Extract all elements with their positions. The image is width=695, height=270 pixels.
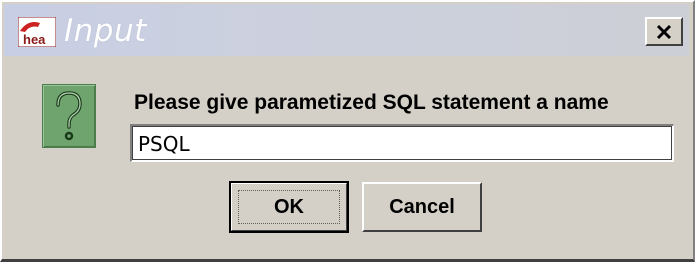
svg-text:hea: hea [23,32,46,47]
close-icon [656,24,672,39]
title-bar[interactable]: hea Input [4,4,689,56]
ok-button[interactable]: OK [229,181,349,233]
hea-logo-icon: hea [18,17,56,47]
name-input[interactable] [130,124,674,162]
cancel-button-label: Cancel [389,195,455,218]
close-button[interactable] [645,17,683,46]
input-dialog: hea Input Please give parametized SQL st… [0,0,695,262]
window-title: Input [64,13,147,49]
question-icon [42,84,96,148]
cancel-button[interactable]: Cancel [362,182,482,232]
prompt-message: Please give parametized SQL statement a … [134,91,609,114]
focus-ring [238,190,340,224]
